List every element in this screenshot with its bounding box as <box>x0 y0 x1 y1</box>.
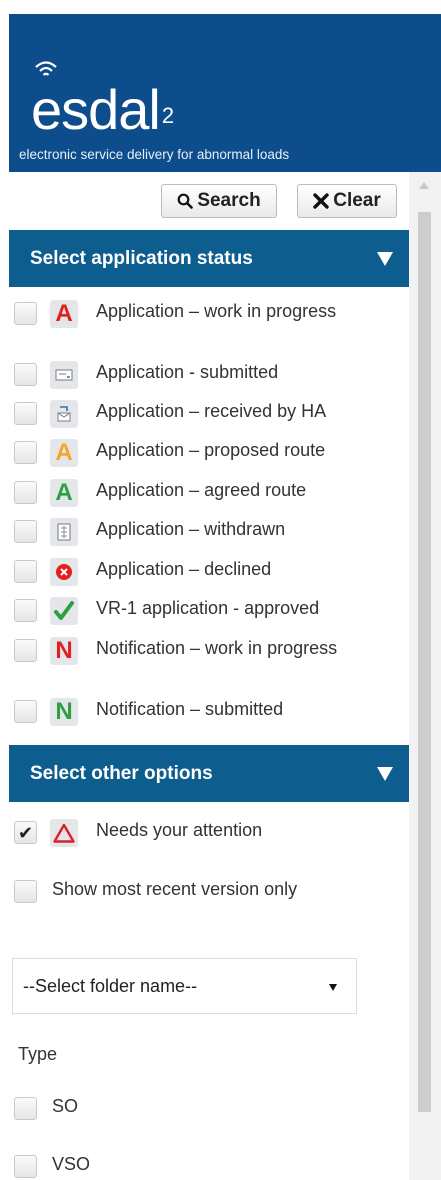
wifi-signal-icon <box>35 61 57 76</box>
section-header-application-status[interactable]: Select application status <box>9 230 409 287</box>
status-checkbox[interactable] <box>14 700 37 723</box>
section-title: Select other options <box>30 762 213 784</box>
status-checkbox[interactable] <box>14 481 37 504</box>
letter-n-green-icon: N <box>50 698 78 726</box>
type-checkbox-so[interactable] <box>14 1097 37 1120</box>
status-label: Application – declined <box>96 559 272 579</box>
search-button[interactable]: Search <box>161 184 277 218</box>
search-button-label: Search <box>197 190 261 211</box>
type-checkbox-vso[interactable] <box>14 1155 37 1178</box>
status-checkbox[interactable] <box>14 599 37 622</box>
collapse-triangle-icon[interactable] <box>377 252 393 266</box>
most-recent-checkbox[interactable] <box>14 880 37 903</box>
status-checkbox[interactable] <box>14 520 37 543</box>
status-label: Application - submitted <box>96 362 279 382</box>
letter-a-green-icon: A <box>50 479 78 507</box>
status-checkbox[interactable] <box>14 363 37 386</box>
letter-n-red-icon: N <box>50 637 78 665</box>
folder-select-value: --Select folder name-- <box>23 975 198 996</box>
declined-icon <box>50 558 78 586</box>
status-label: Application – withdrawn <box>96 519 286 539</box>
status-label: VR-1 application - approved <box>96 598 320 618</box>
section-header-other-options[interactable]: Select other options <box>9 745 409 802</box>
status-checkbox[interactable] <box>14 441 37 464</box>
search-icon <box>177 193 194 209</box>
collapse-triangle-icon[interactable] <box>377 767 393 781</box>
status-label: Notification – work in progress <box>96 638 338 658</box>
needs-attention-label: Needs your attention <box>96 820 263 840</box>
most-recent-label: Show most recent version only <box>52 879 298 899</box>
close-icon <box>313 193 329 209</box>
esdal-logo: esdal2 <box>31 78 174 141</box>
type-label-so: SO <box>52 1096 79 1116</box>
section-title: Select application status <box>30 247 253 269</box>
panel-scrollbar[interactable] <box>409 172 441 1180</box>
status-label: Application – work in progress <box>96 301 337 321</box>
withdrawn-icon <box>50 518 78 546</box>
status-checkbox[interactable] <box>14 302 37 325</box>
clear-button-label: Clear <box>333 190 381 211</box>
scrollbar-thumb[interactable] <box>418 212 431 1112</box>
chevron-down-icon <box>329 984 337 991</box>
status-label: Application – received by HA <box>96 401 327 421</box>
scroll-up-arrow-icon[interactable] <box>419 182 429 189</box>
app-header: esdal2 electronic service delivery for a… <box>9 14 441 172</box>
submitted-icon <box>50 361 78 389</box>
status-checkbox[interactable] <box>14 402 37 425</box>
status-label: Application – agreed route <box>96 480 307 500</box>
warning-triangle-icon <box>50 819 78 847</box>
status-label: Application – proposed route <box>96 440 326 460</box>
logo-tagline: electronic service delivery for abnormal… <box>19 147 290 162</box>
received-icon <box>50 400 78 428</box>
type-label-vso: VSO <box>52 1154 91 1174</box>
needs-attention-checkbox[interactable] <box>14 821 37 844</box>
type-heading: Type <box>18 1044 58 1064</box>
letter-a-red-icon: A <box>50 300 78 328</box>
status-checkbox[interactable] <box>14 560 37 583</box>
clear-button[interactable]: Clear <box>297 184 397 218</box>
tick-green-icon <box>50 597 78 625</box>
folder-select[interactable]: --Select folder name-- <box>12 958 357 1014</box>
letter-a-orange-icon: A <box>50 439 78 467</box>
status-checkbox[interactable] <box>14 639 37 662</box>
status-label: Notification – submitted <box>96 699 284 719</box>
